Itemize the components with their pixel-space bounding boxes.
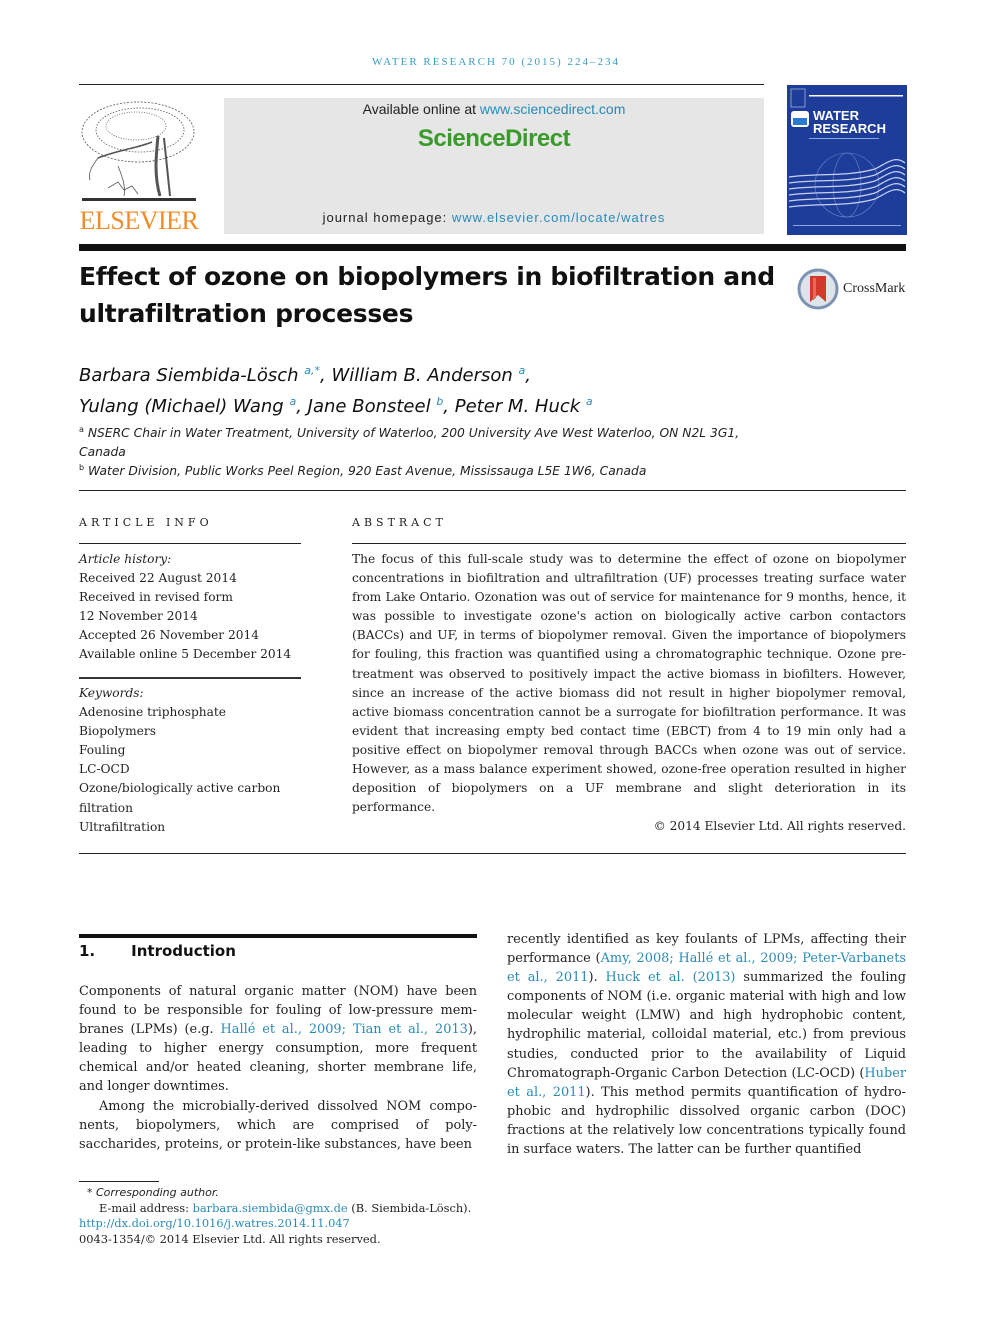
email-note: E-mail address: barbara.siembida@gmx.de … [99,1200,472,1215]
citation-link[interactable]: Huck et al. (2013) [606,970,736,985]
doi-link[interactable]: http://dx.doi.org/10.1016/j.watres.2014.… [79,1216,519,1232]
email-link[interactable]: barbara.siembida@gmx.de [193,1201,348,1215]
author-affiliation-marker[interactable]: a,* [304,364,320,377]
journal-homepage-line: journal homepage: www.elsevier.com/locat… [322,210,666,225]
section-number: 1. [79,942,96,960]
affiliation-a: a NSERC Chair in Water Treatment, Univer… [79,425,740,460]
keyword: Adenosine triphosphate [79,705,226,720]
article-history: Article history: Received 22 August 2014… [79,550,301,665]
sciencedirect-logo[interactable]: ScienceDirect [224,125,764,153]
history-revised-date: 12 November 2014 [79,609,198,624]
keyword: LC-OCD [79,762,130,777]
author-name[interactable]: Jane Bonsteel [308,396,431,417]
crossmark-icon [797,268,839,310]
abstract-copyright: © 2014 Elsevier Ltd. All rights reserved… [653,819,906,834]
section-rule [79,934,477,938]
affiliations-divider [79,490,906,491]
history-revised: Received in revised form [79,590,233,605]
header-rule [79,84,764,85]
section-heading-introduction: 1. Introduction [79,942,236,960]
available-online-line: Available online at www.sciencedirect.co… [362,101,626,117]
history-received: Received 22 August 2014 [79,571,237,586]
intro-paragraph-2: Among the microbially-derived dissolved … [79,1098,477,1152]
elsevier-wordmark: ELSEVIER [79,206,199,235]
journal-citation: WATER RESEARCH 70 (2015) 224–234 [372,56,620,68]
author-list: Barbara Siembida-Lösch a,*, William B. A… [79,364,593,417]
elsevier-logo[interactable]: ELSEVIER [78,96,200,236]
intro-column-right: recently identified as key foulants of L… [507,932,906,1158]
keyword: Fouling [79,743,126,758]
keywords-label: Keywords: [79,686,144,700]
section-title: Introduction [131,942,236,960]
journal-cover-art: WATER RESEARCH [787,85,907,235]
article-title: Effect of ozone on biopolymers in biofil… [79,262,775,328]
abstract-bottom-divider [79,853,906,854]
abstract-heading: ABSTRACT [352,516,447,529]
author-name[interactable]: Barbara Siembida-Lösch [79,365,299,386]
citation-link[interactable]: Hallé et al., 2009; Tian et al., 2013 [221,1022,468,1037]
keyword: Biopolymers [79,724,156,739]
intro-paragraph-1: Components of natural organic matter (NO… [79,984,477,1095]
footnotes: * Corresponding author. E-mail address: … [79,1185,519,1247]
article-history-label: Article history: [79,552,172,566]
footnote-rule [79,1181,159,1182]
journal-cover-image[interactable]: WATER RESEARCH [787,85,907,235]
issn-copyright: 0043-1354/© 2014 Elsevier Ltd. All right… [79,1231,381,1246]
crossmark-badge[interactable]: CrossMark [797,268,909,310]
history-accepted: Accepted 26 November 2014 [79,628,260,643]
journal-homepage-link[interactable]: www.elsevier.com/locate/watres [452,210,666,225]
elsevier-tree-icon [81,101,196,201]
abstract-body: The focus of this full-scale study was t… [352,550,906,836]
author-name[interactable]: William B. Anderson [331,365,512,386]
keyword: filtration [79,800,133,815]
history-available: Available online 5 December 2014 [79,647,292,662]
keyword: Ultrafiltration [79,819,166,834]
author-affiliation-marker[interactable]: a [586,395,593,408]
corresponding-author-note: * Corresponding author. [87,1186,219,1199]
sciencedirect-link[interactable]: www.sciencedirect.com [480,101,626,117]
intro-column-left: Components of natural organic matter (NO… [79,982,477,1154]
cover-title-2: RESEARCH [813,121,886,136]
abstract-paragraph: The focus of this full-scale study was t… [352,552,906,815]
keywords-rule [79,677,301,679]
author-name[interactable]: Peter M. Huck [455,396,580,417]
article-info-rule [79,543,301,544]
sciencedirect-banner: Available online at www.sciencedirect.co… [224,98,764,234]
affiliation-b: b Water Division, Public Works Peel Regi… [79,463,647,479]
crossmark-label: CrossMark [843,281,906,296]
keywords-list: Keywords: Adenosine triphosphate Biopoly… [79,684,301,837]
article-info-heading: ARTICLE INFO [79,516,213,529]
author-name[interactable]: Yulang (Michael) Wang [79,396,284,417]
keyword: Ozone/biologically active carbon [79,781,281,796]
abstract-rule [352,543,906,544]
masthead-divider [79,244,906,251]
